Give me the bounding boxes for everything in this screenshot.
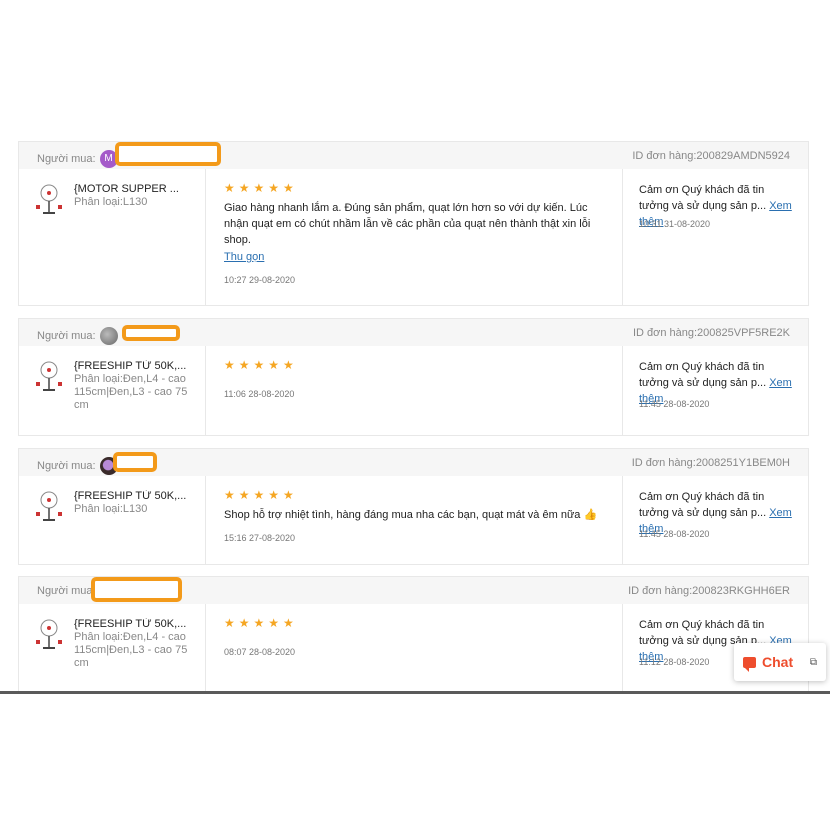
review-column: ★★★★★ Giao hàng nhanh lắm a. Đúng sản ph…: [206, 169, 621, 305]
seller-reply-column: Cảm ơn Quý khách đã tin tưởng và sử dụng…: [622, 346, 809, 435]
order-id-label: ID đơn hàng:: [631, 457, 696, 469]
order-id-value: 200829AMDN5924: [696, 150, 790, 162]
review-date: 08:07 28-08-2020: [224, 647, 296, 657]
review-body: {FREESHIP TỪ 50K,... Phân loại:Đen,L4 - …: [19, 604, 808, 692]
product-column[interactable]: {MOTOR SUPPER ... Phân loại:L130: [19, 169, 206, 305]
review-card: Người mua: ID đơn hàng:200823RKGHH6ER {F…: [18, 576, 809, 692]
reply-date: 10:31 31-08-2020: [639, 219, 711, 229]
divider: [0, 691, 830, 694]
rating-stars: ★★★★★: [224, 181, 298, 195]
review-header: Người mua: ID đơn hàng:200825VPF5RE2K: [19, 319, 808, 346]
product-variation: Phân loại:L130: [74, 503, 148, 515]
redaction-box: [113, 452, 157, 472]
rating-stars: ★★★★★: [224, 616, 298, 630]
buyer-label: Người mua:: [37, 153, 96, 165]
chat-button[interactable]: Chat ⧉: [734, 643, 826, 681]
review-header: Người mua: ID đơn hàng:200823RKGHH6ER: [19, 577, 808, 604]
review-column: ★★★★★ 11:06 28-08-2020: [206, 346, 621, 435]
review-body: {FREESHIP TỪ 50K,... Phân loại:L130 ★★★★…: [19, 476, 808, 564]
review-body: {FREESHIP TỪ 50K,... Phân loại:Đen,L4 - …: [19, 346, 808, 435]
reply-date: 11:45 28-08-2020: [639, 399, 710, 409]
review-text: Shop hỗ trợ nhiệt tình, hàng đáng mua nh…: [224, 509, 598, 521]
buyer-label: Người mua:: [37, 330, 96, 342]
order-id-value: 2008251Y1BEM0H: [695, 457, 790, 469]
redaction-box: [122, 325, 180, 341]
review-date: 11:06 28-08-2020: [224, 389, 295, 399]
redaction-box: [115, 142, 221, 166]
reply-text: Cảm ơn Quý khách đã tin tưởng và sử dụng…: [639, 361, 767, 389]
product-name[interactable]: {FREESHIP TỪ 50K,...: [74, 360, 196, 372]
product-column[interactable]: {FREESHIP TỪ 50K,... Phân loại:L130: [19, 476, 206, 564]
chat-label: Chat: [762, 654, 794, 670]
order-id-value: 200825VPF5RE2K: [697, 327, 790, 339]
expand-icon[interactable]: ⧉: [810, 657, 817, 668]
buyer-label: Người mua:: [37, 585, 96, 597]
product-column[interactable]: {FREESHIP TỪ 50K,... Phân loại:Đen,L4 - …: [19, 604, 206, 692]
product-name[interactable]: {FREESHIP TỪ 50K,...: [74, 618, 196, 630]
review-date: 10:27 29-08-2020: [224, 275, 296, 285]
seller-reply-column: Cảm ơn Quý khách đã tin tưởng và sử dụng…: [622, 169, 809, 305]
fan-product-icon: [36, 361, 62, 391]
order-id-label: ID đơn hàng:: [632, 150, 697, 162]
product-name[interactable]: {MOTOR SUPPER ...: [74, 183, 196, 195]
buyer-label: Người mua:: [37, 460, 96, 472]
rating-stars: ★★★★★: [224, 358, 298, 372]
order-id: ID đơn hàng:200823RKGHH6ER: [628, 585, 790, 597]
review-date: 15:16 27-08-2020: [224, 533, 296, 543]
order-id-value: 200823RKGHH6ER: [692, 585, 790, 597]
buyer-info: Người mua:: [37, 585, 96, 597]
reviews-panel: Người mua: M ID đơn hàng:200829AMDN5924 …: [0, 138, 830, 692]
collapse-link[interactable]: Thu gọn: [224, 251, 264, 263]
reply-text: Cảm ơn Quý khách đã tin tưởng và sử dụng…: [639, 491, 767, 519]
order-id-label: ID đơn hàng:: [632, 327, 698, 339]
review-card: Người mua: ID đơn hàng:200825VPF5RE2K {F…: [18, 318, 809, 436]
reply-date: 11:12 28-08-2020: [639, 657, 710, 667]
fan-product-icon: [36, 184, 62, 214]
chat-bubble-icon: [743, 656, 756, 672]
product-variation: Phân loại:L130: [74, 196, 148, 208]
rating-stars: ★★★★★: [224, 488, 298, 502]
review-text: Giao hàng nhanh lắm a. Đúng sản phẩm, qu…: [224, 202, 591, 246]
reply-text: Cảm ơn Quý khách đã tin tưởng và sử dụng…: [639, 184, 767, 212]
review-header: Người mua: M ID đơn hàng:200829AMDN5924: [19, 142, 808, 169]
review-card: Người mua: ID đơn hàng:2008251Y1BEM0H {F…: [18, 448, 809, 565]
buyer-info: Người mua: M: [37, 150, 118, 168]
reply-date: 11:45 28-08-2020: [639, 529, 710, 539]
review-column: ★★★★★ Shop hỗ trợ nhiệt tình, hàng đáng …: [206, 476, 621, 564]
order-id: ID đơn hàng:200829AMDN5924: [632, 150, 790, 162]
review-card: Người mua: M ID đơn hàng:200829AMDN5924 …: [18, 141, 809, 306]
fan-product-icon: [36, 491, 62, 521]
product-variation: Phân loại:Đen,L4 - cao 115cm|Đen,L3 - ca…: [74, 631, 188, 669]
review-column: ★★★★★ 08:07 28-08-2020: [206, 604, 621, 692]
product-name[interactable]: {FREESHIP TỪ 50K,...: [74, 490, 196, 502]
buyer-info: Người mua:: [37, 457, 118, 475]
order-id-label: ID đơn hàng:: [628, 585, 693, 597]
buyer-avatar: [99, 327, 118, 345]
seller-reply-column: Cảm ơn Quý khách đã tin tưởng và sử dụng…: [622, 476, 809, 564]
buyer-info: Người mua:: [37, 327, 118, 345]
order-id: ID đơn hàng:2008251Y1BEM0H: [632, 457, 790, 469]
review-body: {MOTOR SUPPER ... Phân loại:L130 ★★★★★ G…: [19, 169, 808, 305]
fan-product-icon: [36, 619, 62, 649]
redaction-box: [91, 577, 182, 602]
product-column[interactable]: {FREESHIP TỪ 50K,... Phân loại:Đen,L4 - …: [19, 346, 206, 435]
product-variation: Phân loại:Đen,L4 - cao 115cm|Đen,L3 - ca…: [74, 373, 188, 411]
order-id: ID đơn hàng:200825VPF5RE2K: [633, 327, 790, 339]
review-header: Người mua: ID đơn hàng:2008251Y1BEM0H: [19, 449, 808, 476]
